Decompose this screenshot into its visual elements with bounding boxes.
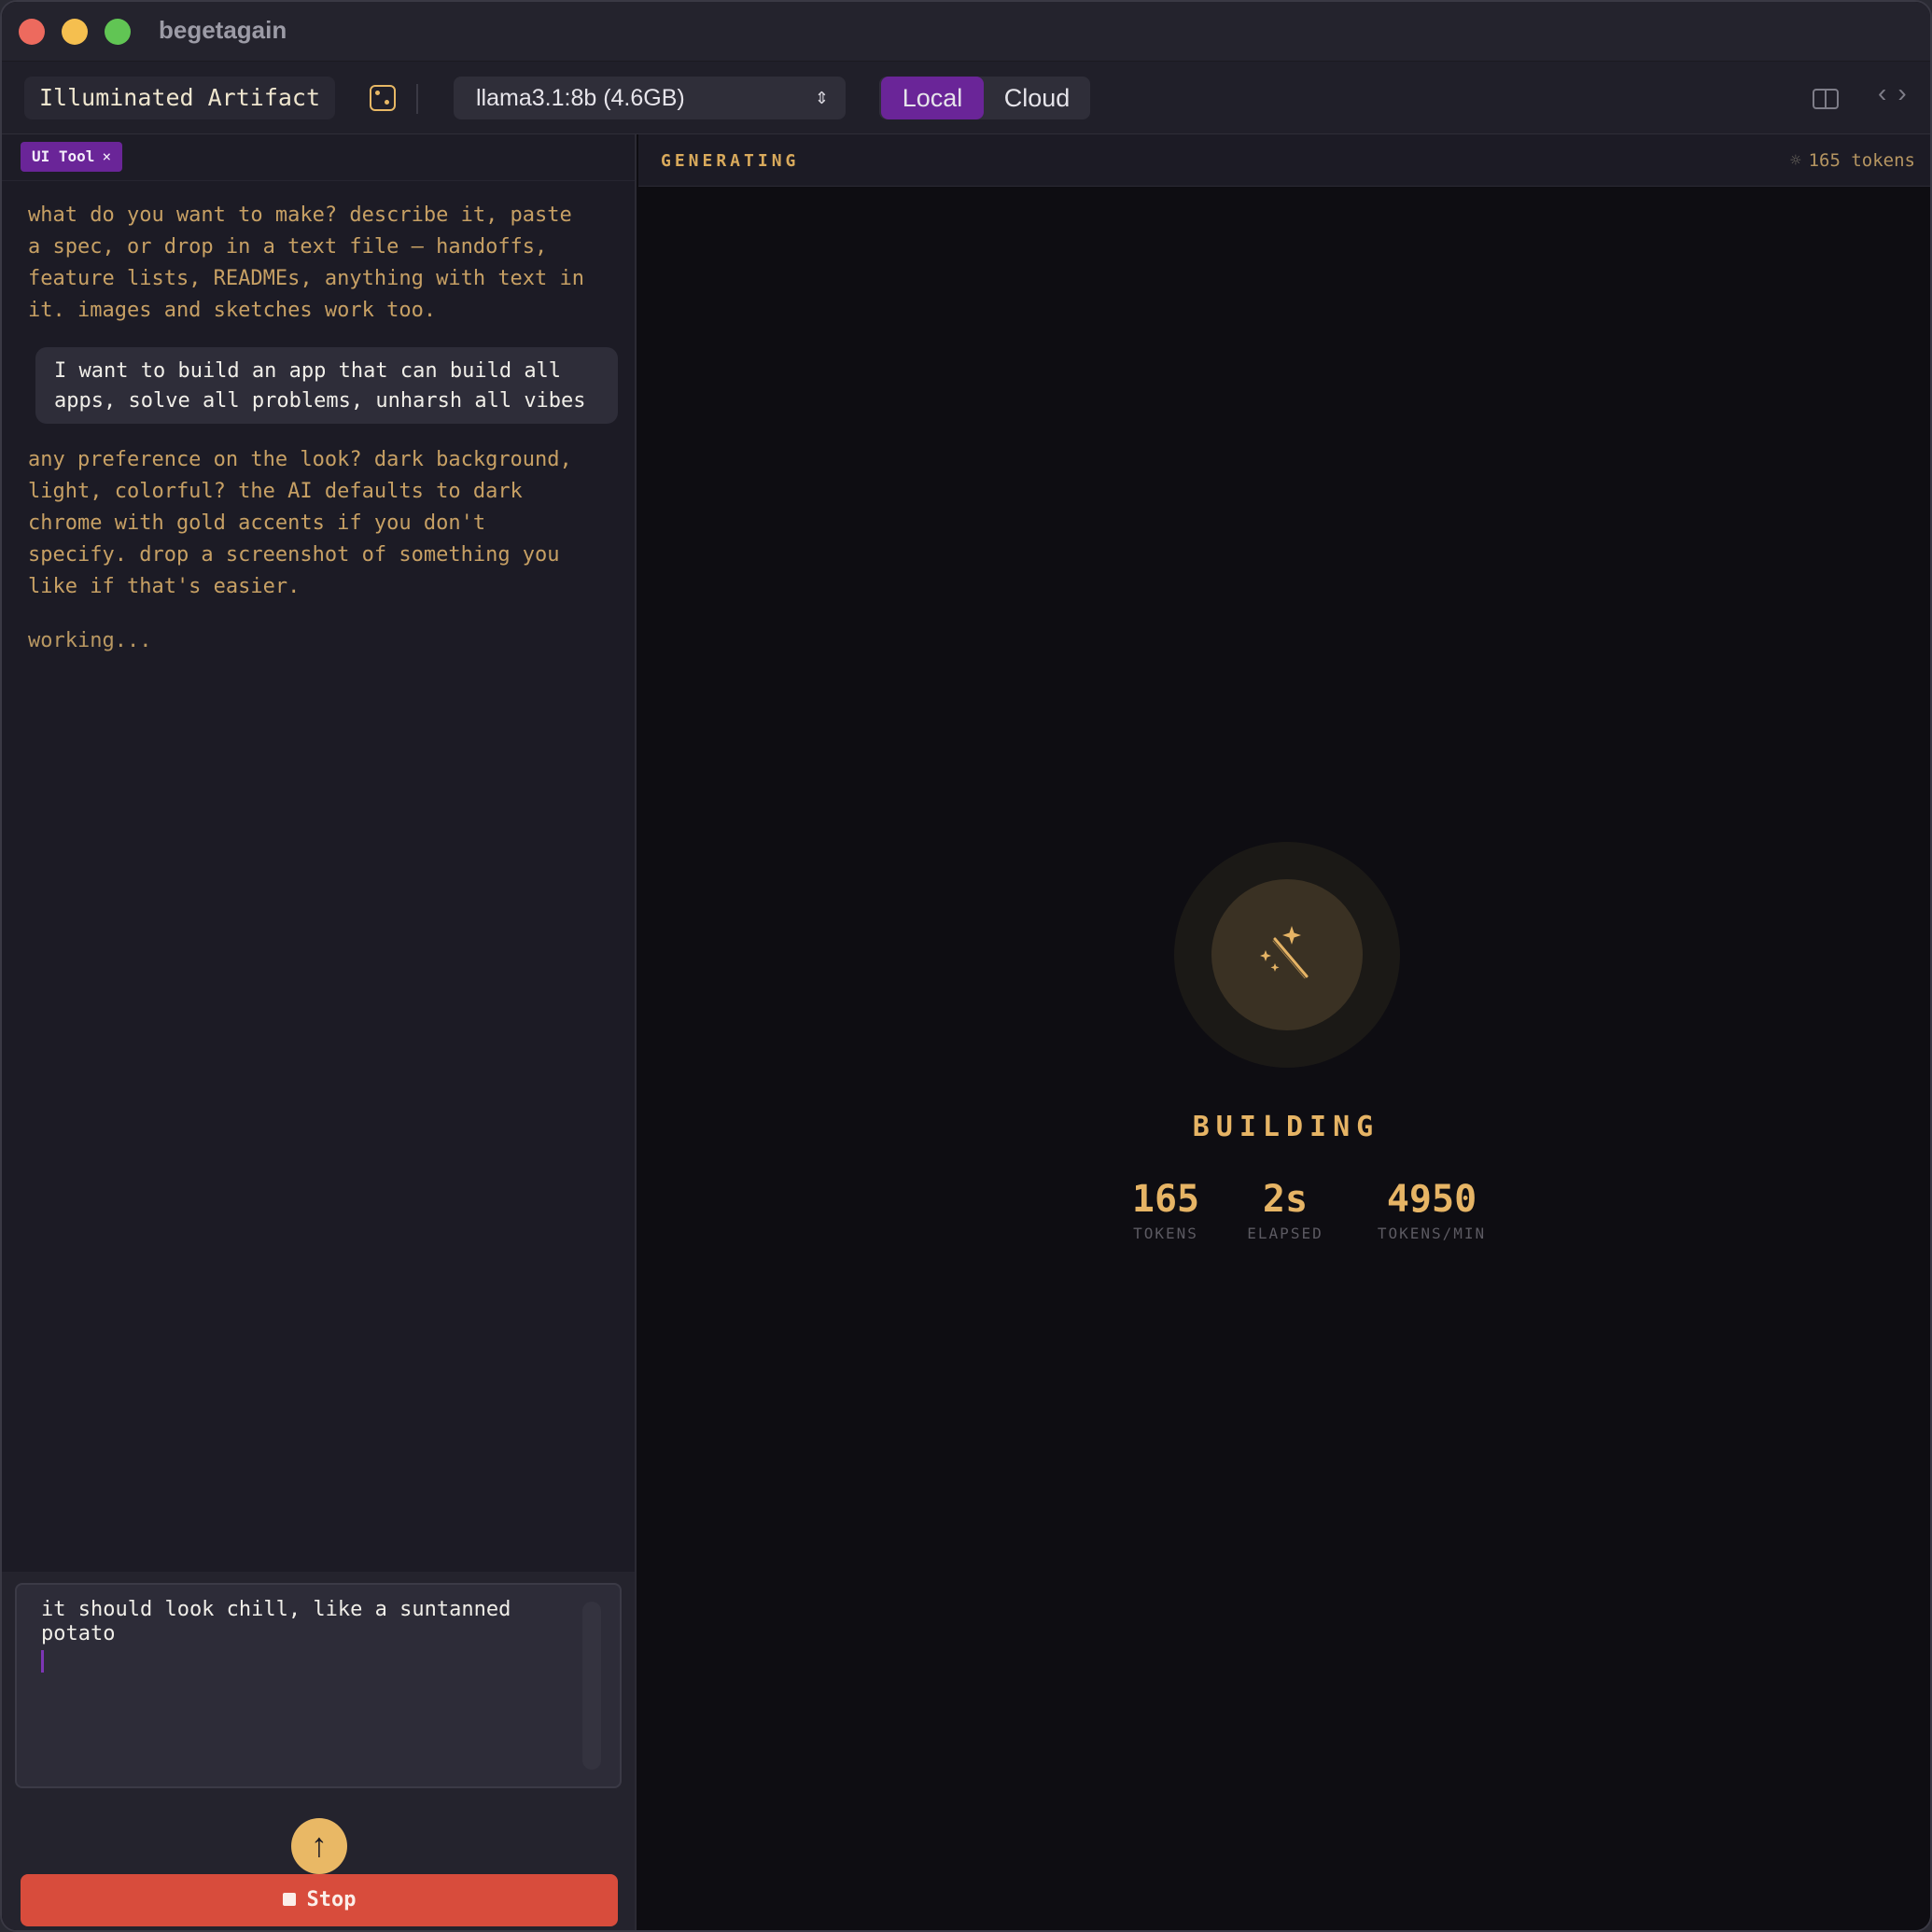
tool-chip-bar: UI Tool ×: [2, 134, 635, 181]
arrow-up-icon: ↑: [311, 1826, 328, 1864]
split-view-icon[interactable]: [1813, 89, 1839, 109]
mode-local-button[interactable]: Local: [881, 77, 984, 119]
window-title: begetagain: [159, 16, 287, 44]
maximize-window-button[interactable]: [105, 19, 131, 45]
build-state-label: BUILDING: [1192, 1111, 1380, 1143]
magic-wand-icon: [1260, 926, 1309, 979]
stat-elapsed: 2s ELAPSED: [1225, 1178, 1346, 1242]
stat-label: TOKENS/MIN: [1377, 1225, 1487, 1242]
stat-value: 165: [1131, 1178, 1200, 1221]
text-caret: [41, 1650, 44, 1673]
preview-panel: GENERATING ☼ 165 tokens BUILDING 165 TOKE…: [638, 134, 1930, 1930]
code-view-icon[interactable]: ‹›: [1878, 78, 1918, 108]
token-count-badge: ☼ 165 tokens: [1790, 150, 1915, 171]
stop-square-icon: [282, 1893, 296, 1906]
user-message: I want to build an app that can build al…: [35, 347, 618, 424]
mode-toggle: Local Cloud: [879, 77, 1090, 119]
model-select-value: llama3.1:8b (4.6GB): [476, 85, 685, 111]
message-input-text: it should look chill, like a suntanned p…: [41, 1598, 511, 1645]
tool-chip[interactable]: UI Tool ×: [21, 142, 123, 172]
close-window-button[interactable]: [19, 19, 45, 45]
stat-value: 4950: [1386, 1178, 1477, 1221]
toolbar-divider: [416, 84, 418, 114]
toolbar: Illuminated Artifact llama3.1:8b (4.6GB)…: [2, 62, 1930, 134]
chat-panel: UI Tool × what do you want to make? descr…: [2, 134, 637, 1930]
assistant-message: any preference on the look? dark backgro…: [28, 448, 572, 598]
stop-button-label: Stop: [306, 1888, 357, 1911]
token-count-text: 165 tokens: [1808, 150, 1915, 171]
stat-value: 2s: [1262, 1178, 1309, 1221]
building-orb-core: [1211, 879, 1363, 1030]
message-input[interactable]: it should look chill, like a suntanned p…: [15, 1583, 622, 1788]
stat-label: ELAPSED: [1247, 1225, 1323, 1242]
stat-tokens: 165 TOKENS: [1105, 1178, 1226, 1242]
tool-chip-label: UI Tool: [32, 147, 95, 165]
status-text: working...: [28, 629, 152, 652]
minimize-window-button[interactable]: [62, 19, 88, 45]
chip-close-icon[interactable]: ×: [102, 147, 111, 165]
stat-label: TOKENS: [1133, 1225, 1198, 1242]
stop-button[interactable]: Stop: [21, 1874, 618, 1926]
input-scrollbar[interactable]: [582, 1602, 601, 1770]
title-bar: begetagain: [2, 2, 1930, 62]
document-title-field[interactable]: Illuminated Artifact: [24, 77, 336, 119]
preview-header: GENERATING ☼ 165 tokens: [638, 134, 1930, 187]
model-select[interactable]: llama3.1:8b (4.6GB) ⇕: [454, 77, 846, 119]
randomize-dice-icon[interactable]: [370, 85, 396, 111]
mode-cloud-button[interactable]: Cloud: [986, 77, 1088, 119]
building-orb: [1174, 842, 1400, 1068]
app-window: begetagain Illuminated Artifact llama3.1…: [0, 0, 1932, 1932]
chevron-updown-icon: ⇕: [814, 89, 829, 107]
spinner-icon: ☼: [1790, 150, 1801, 171]
assistant-message: what do you want to make? describe it, p…: [28, 203, 585, 322]
generating-label: GENERATING: [661, 151, 800, 171]
send-button[interactable]: ↑: [291, 1818, 347, 1874]
stat-rate: 4950 TOKENS/MIN: [1348, 1178, 1516, 1242]
